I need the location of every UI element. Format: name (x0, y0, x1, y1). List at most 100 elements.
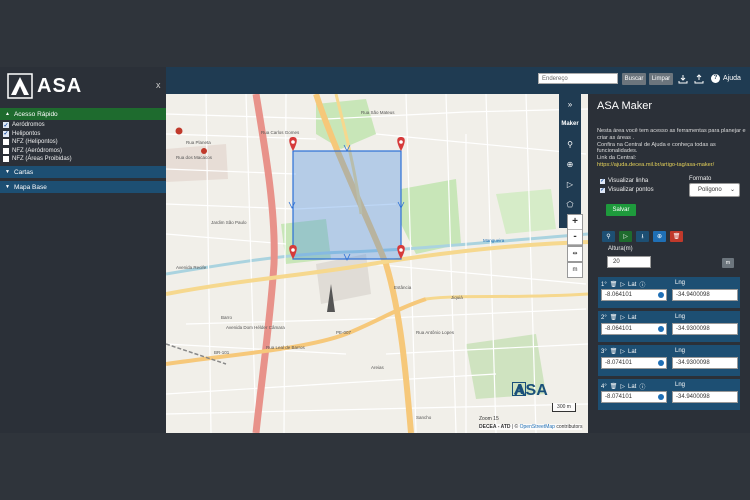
trash-icon[interactable]: 🗑 (610, 314, 618, 321)
lng-input[interactable]: -34.9300098 (672, 357, 738, 369)
lat-input[interactable]: -8.074101 (601, 391, 667, 403)
help-link[interactable]: https://ajuda.decea.mil.br/artigo-tag/as… (597, 162, 747, 169)
section-mapa-base[interactable]: ▼ Mapa Base (0, 181, 166, 193)
help-button[interactable]: ? Ajuda (711, 74, 741, 83)
format-select[interactable]: Polígono ⌄ (689, 183, 740, 197)
vertex-marker[interactable] (397, 137, 405, 151)
checkbox-checked-icon[interactable]: ✓ (3, 122, 9, 129)
section-cartas[interactable]: ▼ Cartas (0, 166, 166, 178)
lat-input[interactable]: -8.074101 (601, 357, 667, 369)
point-row: 2° 🗑 ▷ Lat Lng -8.064101 -34.9300098 (598, 311, 740, 342)
lat-label: Lat (628, 281, 637, 288)
lat-label: Lat (628, 348, 637, 355)
attribution-owner: DECEA - ATD (479, 424, 511, 430)
osm-link[interactable]: OpenStreetMap (520, 424, 555, 430)
maker-tab[interactable]: Maker (559, 114, 581, 134)
save-button[interactable]: Salvar (606, 204, 636, 216)
target-icon[interactable]: ⊕ (653, 231, 666, 242)
locate-icon[interactable] (658, 394, 664, 400)
chevron-down-icon: ⌄ (729, 187, 735, 193)
altitude-input[interactable]: 20 (607, 256, 651, 268)
drawn-polygon[interactable] (292, 150, 402, 260)
locate-icon[interactable] (658, 292, 664, 298)
checkbox-icon[interactable] (3, 147, 9, 154)
play-icon[interactable]: ▷ (620, 281, 625, 288)
map-label: Rua São Mateus (361, 110, 395, 115)
locate-icon[interactable] (658, 360, 664, 366)
map-label: PE-007 (336, 330, 352, 335)
zoom-level: Zoom 15 (479, 416, 499, 422)
attribution: DECEA - ATD | © OpenStreetMap contributo… (479, 424, 583, 430)
search-button[interactable]: Buscar (622, 73, 646, 85)
upload-icon[interactable] (694, 74, 704, 84)
layer-nfz-areas-proibidas[interactable]: NFZ (Áreas Proibidas) (3, 155, 72, 164)
checkbox-icon[interactable] (3, 156, 9, 163)
close-sidebar-button[interactable]: x (156, 80, 161, 90)
altitude-unit-button[interactable]: m (722, 258, 734, 268)
section-label: Cartas (13, 168, 34, 176)
lng-input[interactable]: -34.9300098 (672, 323, 738, 335)
target-icon[interactable]: ⊕ (559, 154, 581, 174)
address-input[interactable]: Endereço (538, 73, 618, 84)
locate-icon[interactable] (658, 326, 664, 332)
play-icon[interactable]: ▷ (619, 231, 632, 242)
altitude-label: Altura(m) (608, 246, 633, 252)
zoom-in-button[interactable]: + (568, 215, 582, 230)
measure-button[interactable]: m (567, 262, 583, 278)
zoom-control: + - (567, 214, 583, 246)
heliport-marker[interactable] (201, 148, 207, 154)
map-label: Jiquiá (451, 295, 463, 300)
show-points-toggle[interactable]: ✓ Visualizar pontos (600, 187, 654, 193)
point-header: 4° 🗑 ▷ Lat ⓘ (601, 382, 645, 392)
help-icon: ? (711, 74, 720, 83)
layer-label: Aeródromos (12, 122, 45, 129)
point-header: 3° 🗑 ▷ Lat (601, 348, 637, 356)
trash-icon[interactable]: 🗑 (670, 231, 683, 242)
section-acesso-rapido[interactable]: ▲ Acesso Rápido (0, 108, 166, 120)
vertex-marker[interactable] (289, 137, 297, 151)
ruler-icon[interactable]: ⇹ (567, 246, 583, 262)
shape-tools: ⚲ ▷ ⭳ ⊕ 🗑 (602, 231, 683, 242)
download-icon[interactable] (678, 74, 688, 84)
marker-icon[interactable]: ⚲ (602, 231, 615, 242)
trash-icon[interactable]: 🗑 (610, 348, 618, 355)
marker-tool-icon[interactable]: ⚲ (559, 134, 581, 154)
map-label: Estância (394, 285, 412, 290)
point-row: 1° 🗑 ▷ Lat ⓘ Lng -8.064101 -34.9400098 (598, 277, 740, 308)
panel-description: Nesta área você tem acesso as ferramenta… (597, 128, 747, 169)
checkbox-checked-icon[interactable]: ✓ (600, 187, 605, 193)
layer-nfz-helipontos[interactable]: NFZ (Helipontos) (3, 138, 72, 147)
polygon-tool-icon[interactable]: ⬠ (559, 194, 581, 214)
download-icon[interactable]: ⭳ (636, 231, 649, 242)
layer-label: NFZ (Helipontos) (12, 139, 58, 146)
urban-block (316, 254, 371, 304)
checkbox-icon[interactable] (3, 139, 9, 146)
show-line-toggle[interactable]: ✓ Visualizar linha (600, 178, 648, 184)
layer-nfz-aerodromos[interactable]: NFZ (Aeródromos) (3, 147, 72, 156)
lat-input[interactable]: -8.064101 (601, 323, 667, 335)
trash-icon[interactable]: 🗑 (610, 383, 618, 390)
show-line-label: Visualizar linha (608, 178, 649, 184)
heliport-marker[interactable] (175, 127, 183, 135)
point-row: 4° 🗑 ▷ Lat ⓘ Lng -8.074101 -34.9400098 (598, 379, 740, 410)
lng-input[interactable]: -34.9400098 (672, 391, 738, 403)
clear-button[interactable]: Limpar (649, 73, 673, 85)
checkbox-checked-icon[interactable]: ✓ (600, 178, 605, 184)
desc-line: Nesta área você tem acesso as ferramenta… (597, 128, 746, 141)
layer-aerodromos[interactable]: ✓ Aeródromos (3, 121, 72, 130)
lng-label: Lng (675, 280, 686, 286)
zoom-out-button[interactable]: - (568, 230, 582, 245)
play-icon[interactable]: ▷ (620, 383, 625, 390)
checkbox-checked-icon[interactable]: ✓ (3, 130, 9, 137)
lng-input[interactable]: -34.9400098 (672, 289, 738, 301)
caret-up-icon: ▲ (5, 111, 10, 117)
lat-input[interactable]: -8.064101 (601, 289, 667, 301)
expand-panel-icon[interactable]: » (559, 94, 581, 114)
map-canvas[interactable]: Rua São Mateus Jardim São Paulo Jiquiá M… (166, 94, 588, 433)
play-icon[interactable]: ▷ (620, 348, 625, 355)
play-icon[interactable]: ▷ (620, 314, 625, 321)
play-icon[interactable]: ▷ (559, 174, 581, 194)
layer-list: ✓ Aeródromos ✓ Helipontos NFZ (Helipontos)… (3, 121, 72, 164)
layer-helipontos[interactable]: ✓ Helipontos (3, 130, 72, 139)
trash-icon[interactable]: 🗑 (610, 281, 618, 288)
